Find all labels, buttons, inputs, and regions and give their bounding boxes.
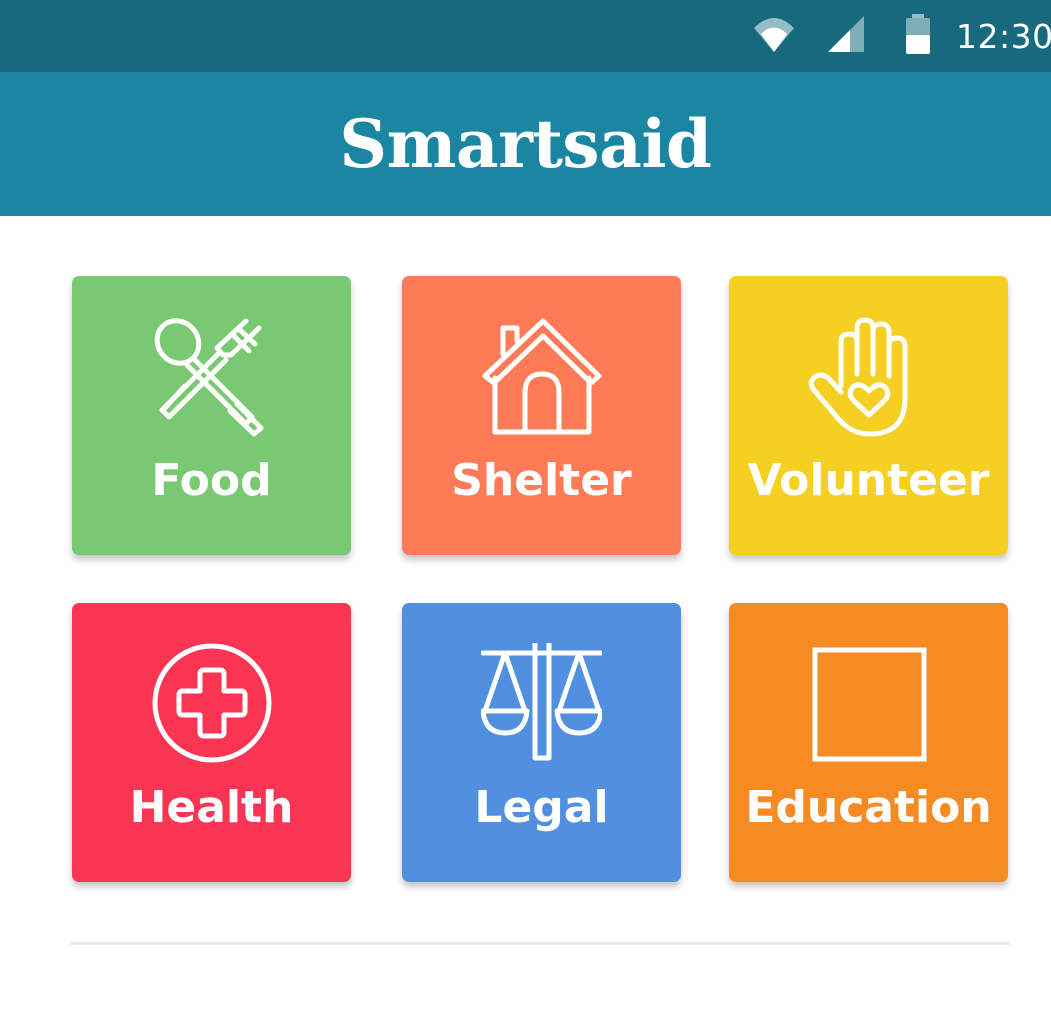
category-tile-food[interactable]: Food [72,276,351,555]
category-label: Volunteer [747,455,990,506]
category-tile-education[interactable]: Education [729,603,1008,882]
hand-heart-icon [808,317,908,437]
fork-spoon-icon [154,318,264,437]
status-clock: 12:30 [956,17,1051,56]
app-bar: Smartsaid [0,72,1051,216]
signal-icon [828,16,864,52]
category-label: Shelter [451,455,632,506]
category-label: Food [151,455,272,506]
category-label: Health [129,782,294,833]
medical-cross-icon [152,643,272,763]
category-tile-shelter[interactable]: Shelter [402,276,681,555]
category-label: Legal [474,782,609,833]
section-divider [70,942,1010,945]
battery-icon [906,14,930,54]
app-title: Smartsaid [339,105,712,183]
category-tile-volunteer[interactable]: Volunteer [729,276,1008,555]
scales-icon [481,643,602,761]
square-icon [812,647,927,762]
wifi-icon [754,18,794,52]
category-tile-health[interactable]: Health [72,603,351,882]
house-icon [482,318,602,435]
status-bar: 12:30 [0,0,1051,72]
category-tile-legal[interactable]: Legal [402,603,681,882]
category-label: Education [745,782,992,833]
